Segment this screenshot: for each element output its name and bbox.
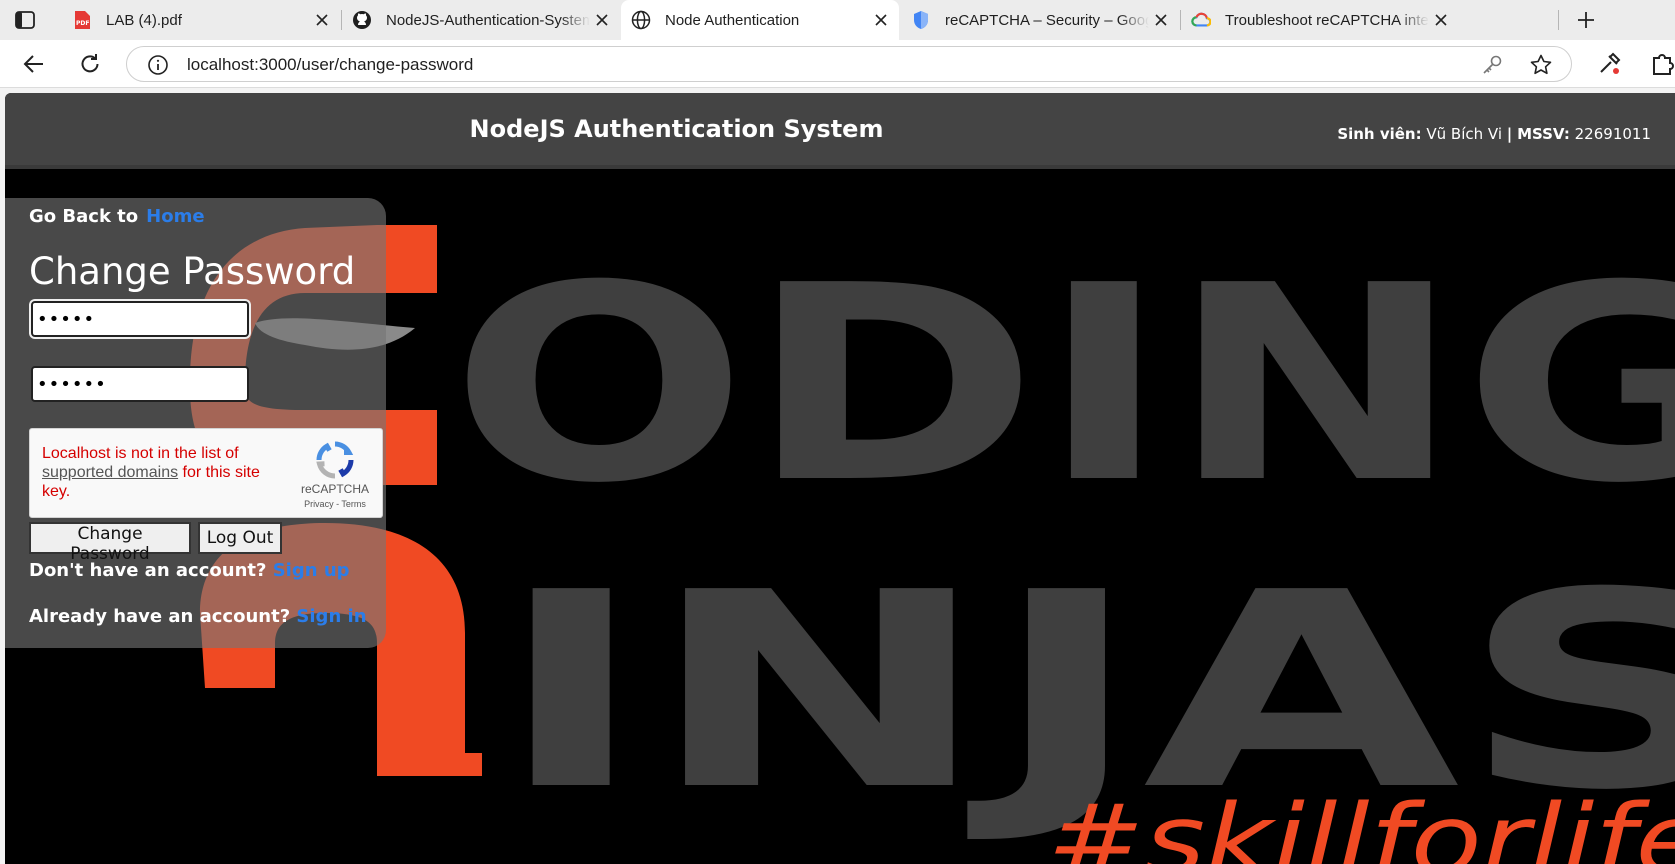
student-id: 22691011	[1574, 125, 1651, 143]
logout-button[interactable]: Log Out	[198, 522, 282, 554]
student-label: Sinh viên:	[1337, 125, 1422, 143]
globe-icon	[631, 10, 651, 30]
change-password-card: Go Back to Home Change Password Localhost…	[5, 198, 386, 648]
site-header: NodeJS Authentication System Sinh viên: …	[5, 93, 1675, 169]
new-tab-icon[interactable]	[1574, 8, 1598, 32]
close-icon[interactable]	[1429, 8, 1453, 32]
signup-prompt: Don't have an account?	[29, 560, 267, 581]
recaptcha-privacy-link[interactable]: Privacy	[304, 499, 334, 509]
recaptcha-links: Privacy - Terms	[293, 499, 377, 509]
go-back-line: Go Back to Home	[29, 206, 205, 227]
google-cloud-icon	[1191, 10, 1211, 30]
url-text: localhost:3000/user/change-password	[187, 55, 474, 74]
page-viewport: NodeJS Authentication System Sinh viên: …	[5, 93, 1675, 864]
tab-recaptcha-security[interactable]: reCAPTCHA – Security – Google C	[901, 0, 1179, 40]
student-info: Sinh viên: Vũ Bích Vi | MSSV: 22691011	[1337, 125, 1651, 143]
student-separator: |	[1506, 125, 1513, 143]
tab-lab-pdf[interactable]: PDF LAB (4).pdf	[62, 0, 340, 40]
recaptcha-error-prefix: Localhost is not in the list of	[42, 445, 239, 462]
tab-title: reCAPTCHA – Security – Google C	[945, 11, 1149, 29]
refresh-icon[interactable]	[76, 50, 104, 78]
go-back-text: Go Back to	[29, 206, 139, 227]
signin-prompt-line: Already have an account? Sign in	[29, 606, 367, 627]
close-icon[interactable]	[869, 8, 893, 32]
page-title: Change Password	[29, 250, 356, 293]
close-icon[interactable]	[310, 8, 334, 32]
site-info-icon[interactable]	[147, 54, 169, 76]
tab-separator	[1558, 10, 1559, 30]
recaptcha-terms-link[interactable]: Terms	[341, 499, 366, 509]
favorite-star-icon[interactable]	[1529, 53, 1553, 77]
tab-troubleshoot-recaptcha[interactable]: Troubleshoot reCAPTCHA integrat	[1181, 0, 1459, 40]
home-link[interactable]: Home	[146, 206, 204, 227]
signup-link[interactable]: Sign up	[273, 560, 350, 581]
student-name: Vũ Bích Vi	[1426, 125, 1503, 143]
student-id-label: MSSV:	[1517, 125, 1570, 143]
key-icon[interactable]	[1481, 54, 1503, 76]
signin-prompt: Already have an account?	[29, 606, 291, 627]
github-icon	[352, 10, 372, 30]
tab-title: NodeJS-Authentication-System/p	[386, 11, 590, 29]
current-password-field[interactable]	[31, 301, 249, 337]
pdf-icon: PDF	[72, 10, 92, 30]
new-password-field[interactable]	[31, 366, 249, 402]
background-word-coding: ODING	[450, 227, 1675, 542]
close-icon[interactable]	[590, 8, 614, 32]
recaptcha-logo-icon	[315, 440, 355, 480]
background-tagline: #skillforlife	[1047, 784, 1675, 864]
tab-title: Troubleshoot reCAPTCHA integrat	[1225, 11, 1429, 29]
puzzle-icon[interactable]	[1648, 50, 1675, 78]
recaptcha-brand: reCAPTCHA	[300, 482, 369, 496]
supported-domains-link[interactable]: supported domains	[42, 464, 178, 481]
tab-title: Node Authentication	[665, 11, 800, 29]
extensions-tools-icon[interactable]	[1595, 50, 1623, 78]
tab-actions-icon[interactable]	[14, 9, 36, 31]
browser-toolbar: localhost:3000/user/change-password	[0, 40, 1675, 88]
browser-tab-strip: PDF LAB (4).pdf NodeJS-Authentication-Sy…	[0, 0, 1675, 40]
signup-prompt-line: Don't have an account? Sign up	[29, 560, 350, 581]
shield-icon	[911, 10, 931, 30]
svg-text:PDF: PDF	[76, 20, 89, 27]
back-arrow-icon[interactable]	[20, 50, 48, 78]
tab-node-authentication[interactable]: Node Authentication	[621, 0, 899, 40]
tab-github[interactable]: NodeJS-Authentication-System/p	[342, 0, 620, 40]
tab-title: LAB (4).pdf	[106, 11, 182, 29]
address-bar[interactable]: localhost:3000/user/change-password	[126, 46, 1572, 82]
change-password-button[interactable]: Change Password	[29, 522, 191, 564]
close-icon[interactable]	[1149, 8, 1173, 32]
recaptcha-error-message: Localhost is not in the list of supporte…	[42, 444, 272, 501]
recaptcha-widget[interactable]: Localhost is not in the list of supporte…	[29, 428, 383, 518]
signin-link[interactable]: Sign in	[296, 606, 366, 627]
